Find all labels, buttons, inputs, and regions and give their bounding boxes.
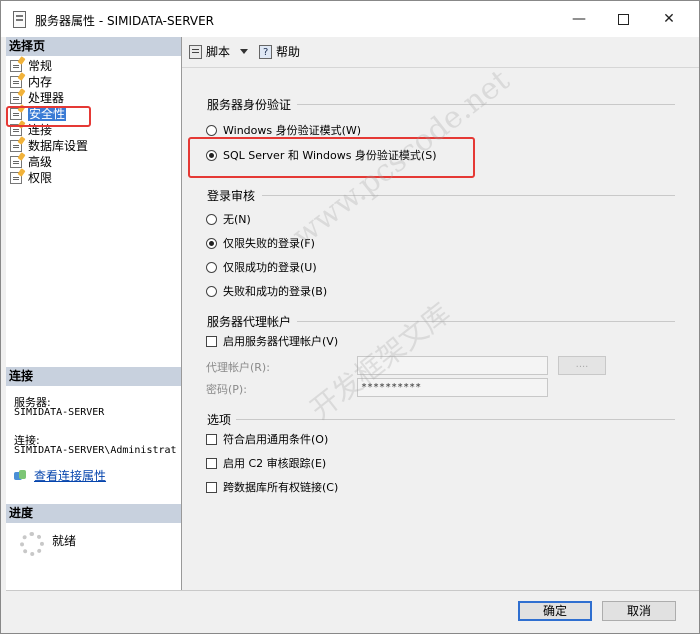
script-dropdown-button[interactable] <box>240 44 248 60</box>
common-criteria-checkbox[interactable]: 符合启用通用条件(O) <box>206 433 328 447</box>
proxy-account-title: 服务器代理帐户 <box>207 315 292 329</box>
title-bar: 服务器属性 - SIMIDATA-SERVER — ✕ <box>1 1 699 37</box>
mixed-auth-highlight-box <box>188 137 475 178</box>
audit-failed-radio[interactable]: 仅限失败的登录(F) <box>206 237 315 251</box>
checkbox-icon <box>206 434 217 445</box>
login-audit-divider <box>262 195 675 196</box>
server-auth-title: 服务器身份验证 <box>207 98 292 112</box>
left-panel: 选择页 常规 内存 处理器 安全性 连接 数据库设置 高级 权限 连接 服务器:… <box>6 37 182 590</box>
audit-both-radio[interactable]: 失败和成功的登录(B) <box>206 285 327 299</box>
checkbox-icon <box>206 458 217 469</box>
connection-header: 连接 <box>6 367 181 386</box>
audit-none-radio[interactable]: 无(N) <box>206 213 251 227</box>
script-icon <box>189 45 202 59</box>
proxy-browse-button[interactable]: .... <box>558 356 606 375</box>
windows-auth-radio[interactable]: Windows 身份验证模式(W) <box>206 124 361 138</box>
ok-button[interactable]: 确定 <box>518 601 592 621</box>
maximize-icon <box>617 13 629 25</box>
radio-selected-icon <box>206 238 217 249</box>
page-item-processors[interactable]: 处理器 <box>10 90 64 106</box>
cross-db-ownership-checkbox[interactable]: 跨数据库所有权链接(C) <box>206 481 338 495</box>
proxy-account-input[interactable] <box>357 356 548 375</box>
security-highlight-box <box>6 106 91 127</box>
server-properties-window: 服务器属性 - SIMIDATA-SERVER — ✕ 选择页 常规 内存 处理… <box>0 0 700 634</box>
page-item-permissions[interactable]: 权限 <box>10 170 52 186</box>
proxy-password-input[interactable]: ********** <box>357 378 548 397</box>
toolbar-separator <box>182 67 699 68</box>
toolbar: 脚本 帮助 <box>182 37 699 67</box>
radio-icon <box>206 262 217 273</box>
maximize-button[interactable] <box>601 7 645 31</box>
page-icon <box>10 76 22 88</box>
server-value: SIMIDATA-SERVER <box>14 407 105 418</box>
connection-properties-icon <box>14 470 28 482</box>
help-icon <box>259 45 272 61</box>
proxy-account-label: 代理帐户(R): <box>206 361 270 374</box>
login-audit-title: 登录审核 <box>207 189 256 203</box>
select-page-header: 选择页 <box>6 37 181 56</box>
progress-status: 就绪 <box>52 534 77 548</box>
cancel-button[interactable]: 取消 <box>602 601 676 621</box>
options-title: 选项 <box>207 413 232 427</box>
connection-value: SIMIDATA-SERVER\Administrat <box>14 445 177 456</box>
security-page: 脚本 帮助 服务器身份验证 Windows 身份验证模式(W) SQL Serv… <box>182 37 699 590</box>
help-button[interactable]: 帮助 <box>259 44 300 61</box>
proxy-password-label: 密码(P): <box>206 383 247 396</box>
window-title: 服务器属性 - SIMIDATA-SERVER <box>35 14 214 28</box>
page-icon <box>10 156 22 168</box>
page-item-memory[interactable]: 内存 <box>10 74 52 90</box>
page-item-general[interactable]: 常规 <box>10 58 52 74</box>
checkbox-icon <box>206 336 217 347</box>
radio-icon <box>206 286 217 297</box>
checkbox-icon <box>206 482 217 493</box>
page-icon <box>10 60 22 72</box>
page-item-advanced[interactable]: 高级 <box>10 154 52 170</box>
minimize-button[interactable]: — <box>557 7 601 31</box>
page-icon <box>10 140 22 152</box>
page-icon <box>10 92 22 104</box>
page-icon <box>10 172 22 184</box>
progress-spinner-icon <box>20 532 44 556</box>
footer-separator <box>6 590 699 591</box>
script-button[interactable]: 脚本 <box>189 44 230 60</box>
proxy-account-divider <box>297 321 675 322</box>
c2-audit-checkbox[interactable]: 启用 C2 审核跟踪(E) <box>206 457 326 471</box>
chevron-down-icon <box>240 49 248 54</box>
window-icon <box>13 11 26 28</box>
enable-proxy-checkbox[interactable]: 启用服务器代理帐户(V) <box>206 335 338 349</box>
radio-icon <box>206 214 217 225</box>
options-divider <box>236 419 675 420</box>
server-auth-divider <box>297 104 675 105</box>
progress-header: 进度 <box>6 504 181 523</box>
view-connection-properties-link[interactable]: 查看连接属性 <box>14 467 106 484</box>
close-button[interactable]: ✕ <box>647 7 691 31</box>
radio-icon <box>206 125 217 136</box>
audit-success-radio[interactable]: 仅限成功的登录(U) <box>206 261 317 275</box>
